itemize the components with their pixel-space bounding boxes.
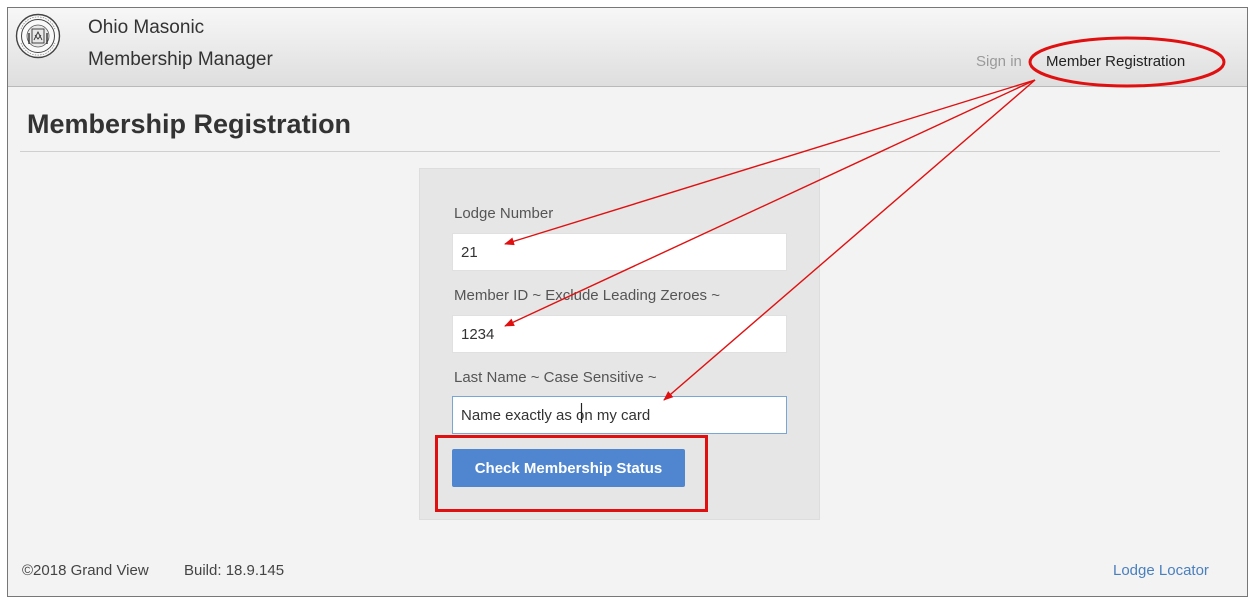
lodge-locator-link[interactable]: Lodge Locator bbox=[1113, 562, 1209, 579]
nav-sign-in-link[interactable]: Sign in bbox=[976, 53, 1022, 70]
brand-title-line1: Ohio Masonic bbox=[88, 17, 205, 38]
last-name-label: Last Name ~ Case Sensitive ~ bbox=[454, 369, 657, 386]
app-window: Ohio Masonic Membership Manager Sign in … bbox=[7, 7, 1248, 597]
footer-build-number: Build: 18.9.145 bbox=[184, 562, 285, 579]
registration-form-panel: Lodge Number Member ID ~ Exclude Leading… bbox=[419, 168, 820, 520]
member-id-label: Member ID ~ Exclude Leading Zeroes ~ bbox=[454, 287, 720, 304]
title-divider bbox=[20, 151, 1220, 152]
last-name-input[interactable] bbox=[452, 396, 787, 434]
page-title: Membership Registration bbox=[27, 109, 352, 139]
lodge-number-input[interactable] bbox=[452, 233, 787, 271]
brand-title-line2: Membership Manager bbox=[88, 49, 273, 70]
footer-copyright: ©2018 Grand View bbox=[22, 562, 149, 579]
lodge-number-label: Lodge Number bbox=[454, 205, 554, 222]
masonic-seal-icon bbox=[15, 13, 61, 59]
check-membership-status-button[interactable]: Check Membership Status bbox=[452, 449, 685, 487]
navbar: Ohio Masonic Membership Manager Sign in … bbox=[8, 8, 1247, 87]
nav-member-registration-link[interactable]: Member Registration bbox=[1046, 53, 1185, 70]
member-id-input[interactable] bbox=[452, 315, 787, 353]
